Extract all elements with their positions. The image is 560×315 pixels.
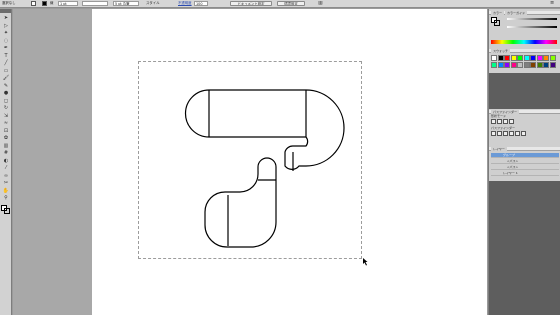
bottom-shape-path	[204, 157, 277, 248]
intersect-button[interactable]	[503, 119, 508, 124]
panels-dock: カラー カラーガイド スウォッチ パスファインダー 形状モード パスファインダー…	[488, 9, 560, 315]
swatch[interactable]	[510, 55, 517, 61]
tab-swatches[interactable]: スウォッチ	[491, 49, 511, 53]
layers-panel-header[interactable]: レイヤー	[489, 147, 560, 151]
swatch[interactable]	[491, 55, 497, 61]
swatch[interactable]	[536, 61, 543, 68]
color-slider-2[interactable]	[507, 26, 557, 28]
swatch[interactable]	[523, 55, 530, 61]
minus-front-button[interactable]	[497, 119, 502, 124]
swatches-panel-header[interactable]: スウォッチ	[489, 49, 560, 53]
pathfinder-buttons	[491, 131, 526, 137]
panel-empty-space	[489, 181, 560, 315]
mouse-cursor	[363, 258, 368, 266]
outline-button[interactable]	[515, 131, 520, 136]
layer-row-label: グループ	[503, 153, 515, 157]
artwork[interactable]	[0, 0, 560, 315]
tab-color[interactable]: カラー	[491, 11, 505, 15]
swatch[interactable]	[510, 61, 517, 68]
layer-row[interactable]: <パス>	[491, 165, 559, 170]
swatch[interactable]	[504, 61, 510, 68]
swatch[interactable]	[530, 61, 536, 68]
swatch[interactable]	[530, 55, 536, 61]
color-stroke-proxy[interactable]	[494, 20, 500, 26]
swatch[interactable]	[504, 55, 510, 61]
layer-row[interactable]: グループ	[491, 153, 559, 158]
swatch[interactable]	[549, 61, 556, 68]
panel-empty-space	[489, 73, 560, 109]
swatch[interactable]	[517, 55, 523, 61]
shape-mode-buttons	[491, 119, 514, 125]
tab-layers[interactable]: レイヤー	[491, 147, 507, 151]
minus-back-button[interactable]	[521, 131, 526, 136]
swatch[interactable]	[497, 61, 504, 68]
swatch[interactable]	[517, 61, 523, 68]
unite-button[interactable]	[491, 119, 496, 124]
swatch[interactable]	[523, 61, 530, 68]
color-spectrum[interactable]	[491, 40, 557, 44]
crop-button[interactable]	[509, 131, 514, 136]
color-slider[interactable]	[507, 18, 557, 20]
merge-button[interactable]	[503, 131, 508, 136]
swatch[interactable]	[549, 55, 556, 61]
layer-row[interactable]: <パス>	[491, 159, 559, 164]
swatch[interactable]	[543, 61, 549, 68]
layer-row-label: レイヤー 1	[503, 171, 518, 175]
pathfinders-label: パスファインダー	[491, 126, 516, 130]
exclude-button[interactable]	[509, 119, 514, 124]
swatch[interactable]	[491, 61, 497, 68]
tab-color-guide[interactable]: カラーガイド	[504, 11, 527, 15]
swatch[interactable]	[543, 55, 549, 61]
shape-modes-label: 形状モード	[491, 114, 507, 118]
trim-button[interactable]	[497, 131, 502, 136]
layer-row[interactable]: レイヤー 1	[491, 171, 559, 176]
layer-row-label: <パス>	[507, 165, 519, 169]
swatch[interactable]	[536, 55, 543, 61]
divide-button[interactable]	[491, 131, 496, 136]
color-panel-header[interactable]: カラー カラーガイド	[489, 11, 560, 15]
layer-row-label: <パス>	[507, 159, 519, 163]
swatch[interactable]	[497, 55, 504, 61]
swatch-grid	[491, 55, 557, 69]
